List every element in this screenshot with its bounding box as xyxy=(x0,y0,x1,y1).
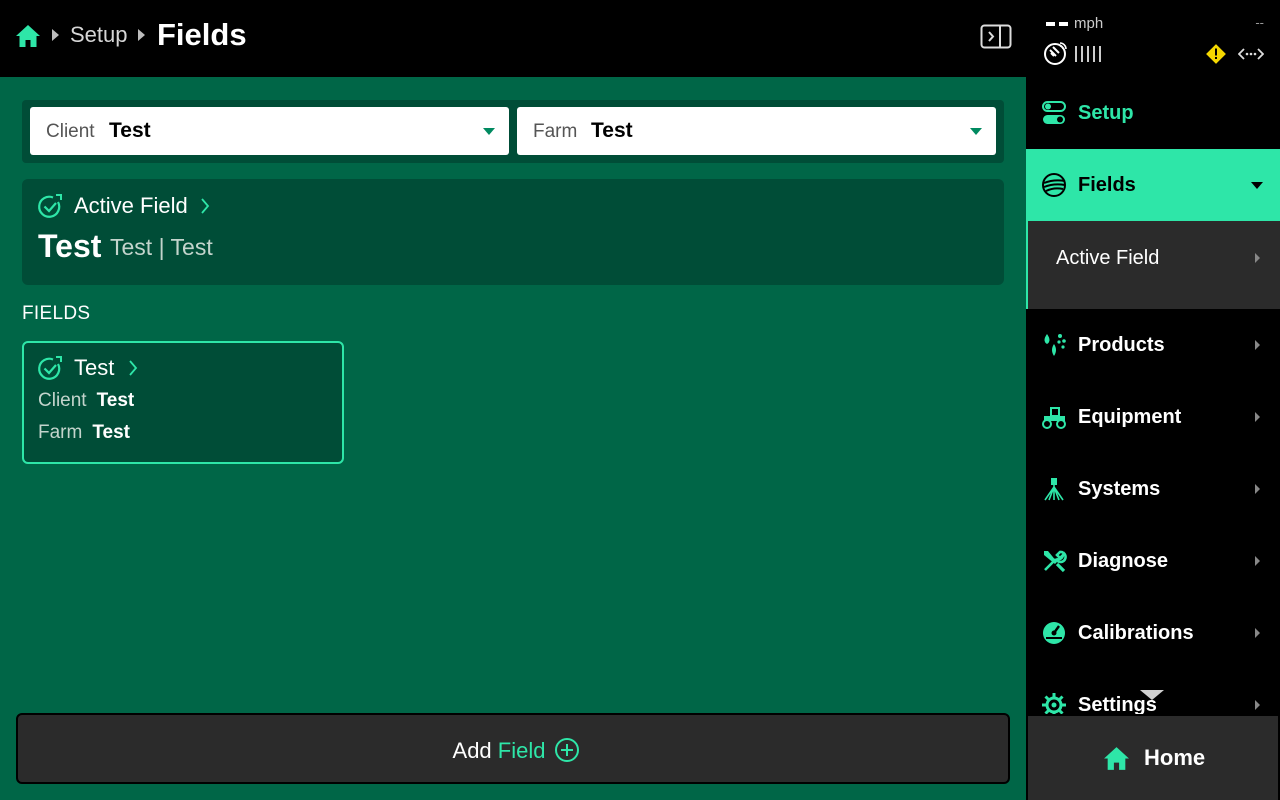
sidebar-item-fields[interactable]: Fields xyxy=(1026,149,1280,221)
add-field-accent: Field xyxy=(497,738,546,763)
farm-dropdown[interactable]: Farm Test xyxy=(517,107,996,155)
sidebar-item-diagnose[interactable]: Diagnose xyxy=(1026,525,1280,597)
chevron-right-icon xyxy=(1255,484,1260,494)
page-title: Fields xyxy=(157,17,247,52)
tractor-icon xyxy=(1042,407,1066,429)
chevron-right-icon xyxy=(1255,253,1260,263)
sidebar-subitem-active-field[interactable]: Active Field xyxy=(1026,221,1280,309)
filter-bar: Client Test Farm Test xyxy=(22,100,1004,163)
client-dropdown[interactable]: Client Test xyxy=(30,107,509,155)
active-field-card[interactable]: Active Field Test Test | Test xyxy=(22,179,1004,285)
chevron-right-icon xyxy=(129,360,138,376)
home-button-label: Home xyxy=(1144,745,1206,770)
field-card-farm-row: Farm Test xyxy=(38,422,130,444)
chevron-right-icon xyxy=(1255,412,1260,422)
active-field-title: Active Field xyxy=(74,193,188,218)
panel-toggle-icon[interactable] xyxy=(980,24,1012,49)
field-card-client-value: Test xyxy=(96,390,135,411)
client-dropdown-value: Test xyxy=(109,119,151,142)
chevron-down-icon xyxy=(483,128,495,135)
breadcrumb-setup[interactable]: Setup xyxy=(70,22,128,48)
side-panel: mph -- Setup Fields Active Field Product… xyxy=(1026,0,1280,800)
sidebar-item-label: Systems xyxy=(1078,478,1161,500)
sidebar-item-systems[interactable]: Systems xyxy=(1026,453,1280,525)
client-dropdown-label: Client xyxy=(46,121,95,142)
field-rows-icon xyxy=(1042,173,1066,197)
top-bar: Setup Fields xyxy=(0,0,1026,77)
field-check-icon xyxy=(38,194,62,218)
home-icon xyxy=(1104,747,1129,770)
field-card-client-label: Client xyxy=(38,390,87,411)
scroll-down-icon[interactable] xyxy=(1140,690,1164,700)
gear-icon xyxy=(1042,693,1066,714)
farm-dropdown-value: Test xyxy=(591,119,633,142)
sidebar-item-label: Calibrations xyxy=(1078,622,1194,644)
droplets-icon xyxy=(1044,334,1066,356)
chevron-down-icon xyxy=(1251,182,1263,189)
main-content: Client Test Farm Test Active Field Test … xyxy=(0,77,1026,800)
sidebar-item-label: Diagnose xyxy=(1078,550,1169,572)
chevron-right-icon xyxy=(201,198,210,214)
sidebar-item-label: Equipment xyxy=(1078,406,1182,428)
side-nav: Setup Fields Active Field Products Equip… xyxy=(1026,0,1280,714)
chevron-right-icon xyxy=(1255,628,1260,638)
sidebar-item-products[interactable]: Products xyxy=(1026,309,1280,381)
breadcrumb-separator-icon xyxy=(52,29,59,41)
breadcrumb-separator-icon xyxy=(138,29,145,41)
active-field-name: Test xyxy=(38,228,102,264)
chevron-right-icon xyxy=(1255,700,1260,710)
sidebar-item-setup[interactable]: Setup xyxy=(1026,77,1280,149)
sidebar-item-calibrations[interactable]: Calibrations xyxy=(1026,597,1280,669)
sprayer-icon xyxy=(1044,478,1064,501)
home-icon[interactable] xyxy=(15,23,41,49)
field-card-farm-label: Farm xyxy=(38,422,83,443)
farm-dropdown-label: Farm xyxy=(533,121,578,142)
sidebar-item-equipment[interactable]: Equipment xyxy=(1026,381,1280,453)
toggles-icon xyxy=(1042,101,1066,124)
chevron-down-icon xyxy=(970,128,982,135)
add-field-label: Add Field xyxy=(18,738,1008,764)
sidebar-subitem-label: Active Field xyxy=(1056,247,1160,269)
field-card-client-row: Client Test xyxy=(38,390,134,412)
gauge-icon xyxy=(1043,622,1065,644)
field-card[interactable]: Test Client Test Farm Test xyxy=(22,341,344,464)
chevron-right-icon xyxy=(1255,340,1260,350)
sidebar-item-label: Setup xyxy=(1078,102,1134,124)
field-card-name: Test xyxy=(74,355,115,380)
home-button[interactable]: Home xyxy=(1028,716,1278,800)
add-field-button[interactable]: Add Field xyxy=(16,713,1010,784)
chevron-right-icon xyxy=(1255,556,1260,566)
plus-circle-icon xyxy=(555,738,579,762)
add-field-prefix: Add xyxy=(452,738,492,763)
fields-section-heading: FIELDS xyxy=(22,303,91,324)
active-field-client-farm: Test | Test xyxy=(110,234,213,260)
wrench-screwdriver-icon xyxy=(1044,550,1067,573)
sidebar-item-label: Fields xyxy=(1078,174,1136,196)
sidebar-item-label: Products xyxy=(1078,334,1165,356)
field-check-icon xyxy=(38,356,62,380)
field-card-farm-value: Test xyxy=(92,422,130,443)
